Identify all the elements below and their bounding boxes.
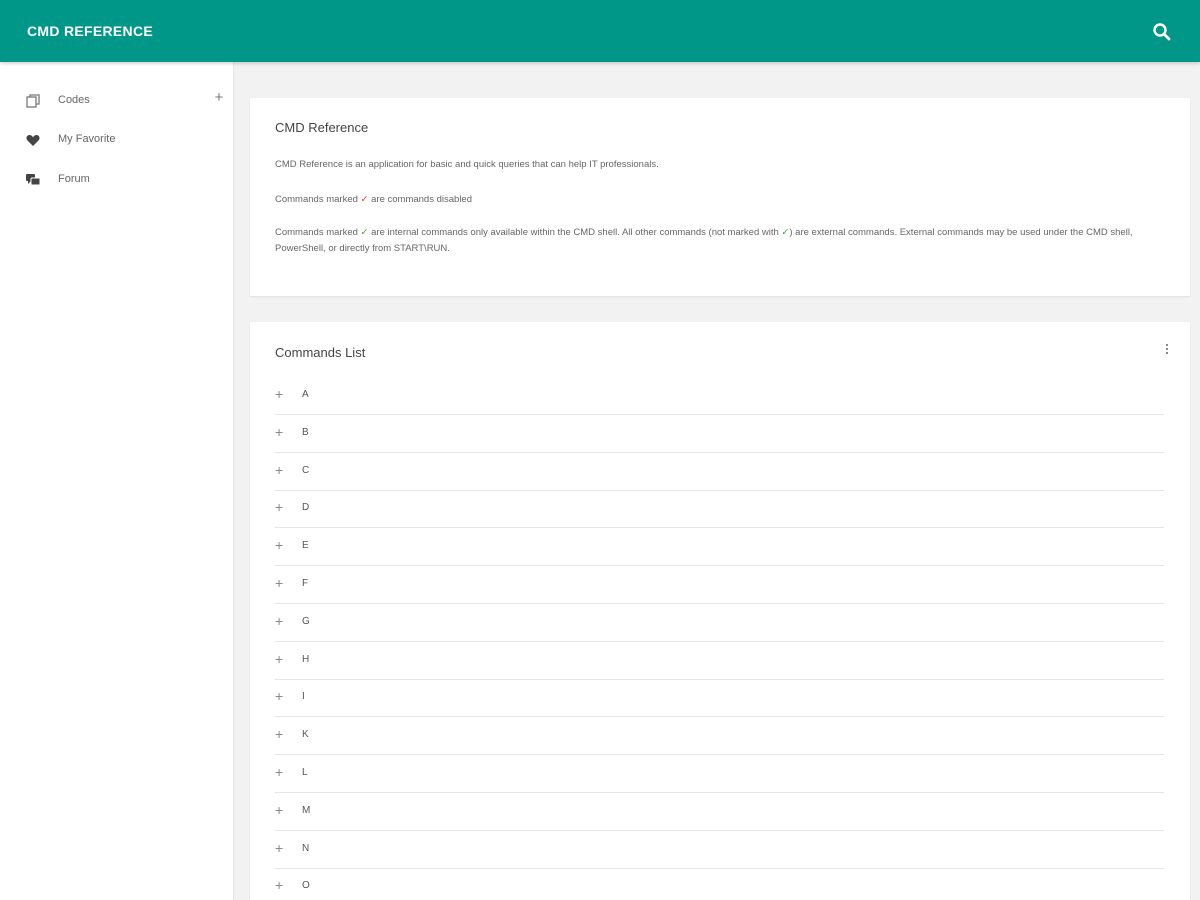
info-text: are internal commands only available wit… — [368, 227, 782, 238]
expand-icon: + — [275, 537, 284, 554]
info-text: Commands marked — [275, 227, 361, 238]
search-button[interactable] — [1150, 20, 1174, 44]
expand-icon: + — [275, 839, 284, 856]
command-group-label: E — [302, 540, 309, 552]
info-text: are commands disabled — [368, 194, 472, 205]
sidebar-item-my-favorite[interactable]: My Favorite — [0, 125, 234, 155]
command-group-f[interactable]: + F — [275, 566, 1164, 604]
command-group-b[interactable]: + B — [275, 415, 1164, 453]
command-group-c[interactable]: + C — [275, 453, 1164, 491]
command-group-label: O — [302, 880, 310, 892]
kebab-dot — [1166, 344, 1168, 346]
heart-icon — [26, 135, 40, 146]
info-text: Commands marked — [275, 194, 361, 205]
app-header: CMD REFERENCE — [0, 0, 1200, 62]
expand-icon: + — [275, 726, 284, 743]
command-group-label: G — [302, 615, 310, 627]
info-paragraph-internal: Commands marked ✓ are internal commands … — [275, 225, 1165, 257]
sidebar-item-label: Codes — [58, 94, 90, 106]
commands-title: Commands List — [275, 345, 366, 360]
command-group-l[interactable]: + L — [275, 755, 1164, 793]
kebab-dot — [1166, 352, 1168, 354]
info-title: CMD Reference — [275, 120, 369, 135]
command-group-d[interactable]: + D — [275, 490, 1164, 529]
command-group-label: K — [302, 729, 309, 741]
copy-icon — [26, 94, 40, 108]
command-group-label: A — [302, 389, 309, 400]
expand-icon: + — [275, 423, 284, 440]
info-card: CMD Reference CMD Reference is an applic… — [250, 98, 1190, 296]
expand-icon: + — [275, 764, 284, 780]
internal-check-icon: ✓ — [360, 227, 369, 238]
sidebar-item-codes[interactable]: Codes + — [0, 86, 234, 116]
command-group-label: N — [302, 842, 310, 854]
command-group-o[interactable]: + O — [275, 868, 1164, 900]
expand-icon: + — [275, 499, 284, 516]
kebab-dot — [1166, 348, 1168, 350]
command-group-label: H — [302, 653, 310, 665]
disabled-check-icon: ✓ — [360, 194, 369, 205]
commands-card: Commands List + A + B + C + D + E + F + G + H + I + K + L + M + N… — [250, 322, 1190, 900]
expand-icon: + — [275, 575, 284, 591]
command-group-label: L — [302, 767, 308, 778]
expand-icon: + — [275, 386, 284, 402]
expand-icon: + — [275, 877, 284, 894]
expand-icon: + — [275, 612, 284, 629]
expand-icon: + — [275, 650, 284, 667]
command-group-label: M — [302, 804, 311, 816]
command-group-i[interactable]: + I — [275, 679, 1164, 718]
sidebar-item-forum[interactable]: Forum — [0, 165, 234, 195]
command-group-h[interactable]: + H — [275, 642, 1164, 680]
command-group-m[interactable]: + M — [275, 793, 1164, 831]
info-paragraph-intro: CMD Reference is an application for basi… — [275, 159, 659, 170]
command-group-label: F — [302, 578, 309, 589]
command-group-label: D — [302, 502, 310, 514]
command-group-label: I — [302, 691, 305, 703]
command-group-e[interactable]: + E — [275, 528, 1164, 567]
app-title: CMD REFERENCE — [27, 23, 154, 39]
command-group-label: B — [302, 426, 309, 438]
sidebar-item-label: Forum — [58, 173, 90, 185]
command-group-g[interactable]: + G — [275, 604, 1164, 642]
command-group-label: C — [302, 464, 310, 476]
expand-icon: + — [275, 801, 284, 818]
expand-icon: + — [275, 688, 284, 705]
search-icon — [1153, 23, 1171, 41]
sidebar: Codes + My Favorite Forum — [0, 62, 234, 900]
expand-icon: + — [275, 461, 284, 478]
info-paragraph-disabled: Commands marked ✓ are commands disabled — [275, 192, 1165, 208]
chat-icon — [26, 174, 41, 186]
command-group-k[interactable]: + K — [275, 717, 1164, 756]
add-code-button[interactable]: + — [211, 90, 227, 106]
command-group-a[interactable]: + A — [275, 377, 1164, 415]
command-group-n[interactable]: + N — [275, 831, 1164, 869]
sidebar-item-label: My Favorite — [58, 133, 116, 145]
more-options-button[interactable] — [1162, 342, 1172, 358]
